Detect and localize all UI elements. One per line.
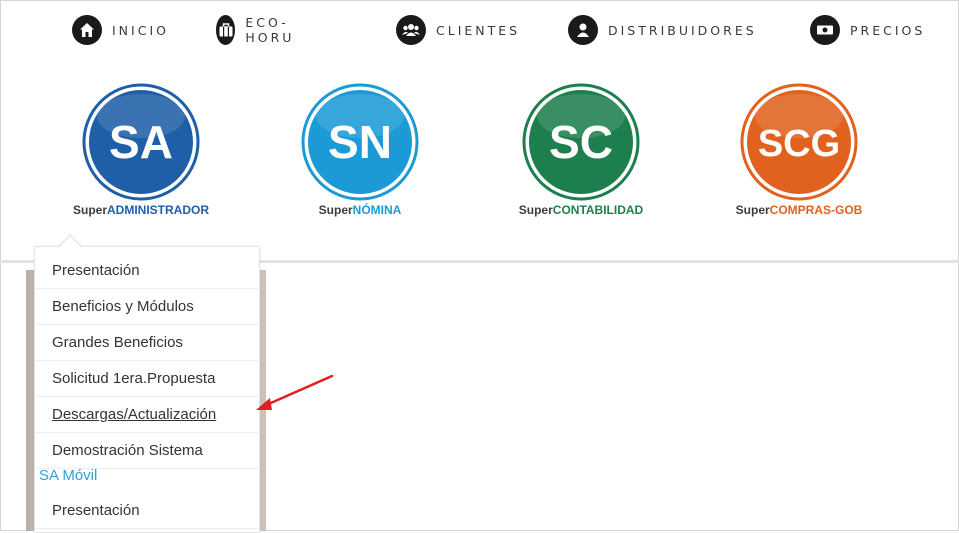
supercontabilidad-logo: SC (521, 82, 641, 202)
nav-label-distribuidores: DISTRIBUIDORES (608, 22, 757, 38)
dropdown-caret-inner (59, 236, 81, 247)
nav-item-clientes[interactable]: CLIENTES (396, 12, 520, 48)
menu-section-sa-movil: SA Móvil (39, 467, 98, 484)
menu-item-movil-presentacion[interactable]: Presentación (35, 493, 259, 529)
superadministrador-dropdown-menu: Presentación Beneficios y Módulos Grande… (34, 246, 260, 533)
supernomina-abbr: SN (328, 116, 392, 168)
supercompras-gob-logo: SCG (739, 82, 859, 202)
nav-item-eco-horu[interactable]: ECO-HORU (216, 12, 305, 48)
menu-item-presentacion[interactable]: Presentación (35, 253, 259, 289)
product-superadministrador[interactable]: SA SuperADMINISTRADOR (46, 82, 236, 217)
menu-item-solicitud-propuesta[interactable]: Solicitud 1era.Propuesta (35, 361, 259, 397)
supercontabilidad-label: SuperCONTABILIDAD (518, 203, 644, 217)
supernomina-logo: SN (300, 82, 420, 202)
menu-item-grandes-beneficios[interactable]: Grandes Beneficios (35, 325, 259, 361)
home-icon (72, 15, 102, 45)
superadministrador-label: SuperADMINISTRADOR (72, 203, 209, 217)
nav-label-inicio: INICIO (112, 22, 169, 38)
supercompras-gob-abbr: SCG (758, 123, 840, 165)
red-pointer-arrow-icon (256, 374, 334, 410)
superadministrador-abbr: SA (109, 116, 173, 168)
product-supernomina[interactable]: SN SuperNÓMINA (265, 82, 455, 217)
nav-item-precios[interactable]: PRECIOS (810, 12, 925, 48)
users-icon (396, 15, 426, 45)
menu-item-demostracion-sistema[interactable]: Demostración Sistema (35, 433, 259, 469)
nav-item-inicio[interactable]: INICIO (72, 12, 169, 48)
menu-item-descargas-actualizacion[interactable]: Descargas/Actualización (35, 397, 259, 433)
briefcase-icon (216, 15, 236, 45)
nav-label-eco-horu: ECO-HORU (245, 15, 295, 45)
supercompras-gob-label: SuperCOMPRAS-GOB (735, 203, 863, 217)
product-supercompras-gob[interactable]: SCG SuperCOMPRAS-GOB (704, 82, 894, 217)
nav-label-clientes: CLIENTES (436, 22, 521, 38)
product-supercontabilidad[interactable]: SC SuperCONTABILIDAD (486, 82, 676, 217)
menu-item-beneficios-modulos[interactable]: Beneficios y Módulos (35, 289, 259, 325)
supernomina-label: SuperNÓMINA (318, 203, 402, 217)
nav-item-distribuidores[interactable]: DISTRIBUIDORES (568, 12, 757, 48)
superadministrador-logo: SA (81, 82, 201, 202)
money-icon (810, 15, 840, 45)
supercontabilidad-abbr: SC (549, 116, 613, 168)
user-icon (568, 15, 598, 45)
nav-label-precios: PRECIOS (850, 22, 926, 38)
